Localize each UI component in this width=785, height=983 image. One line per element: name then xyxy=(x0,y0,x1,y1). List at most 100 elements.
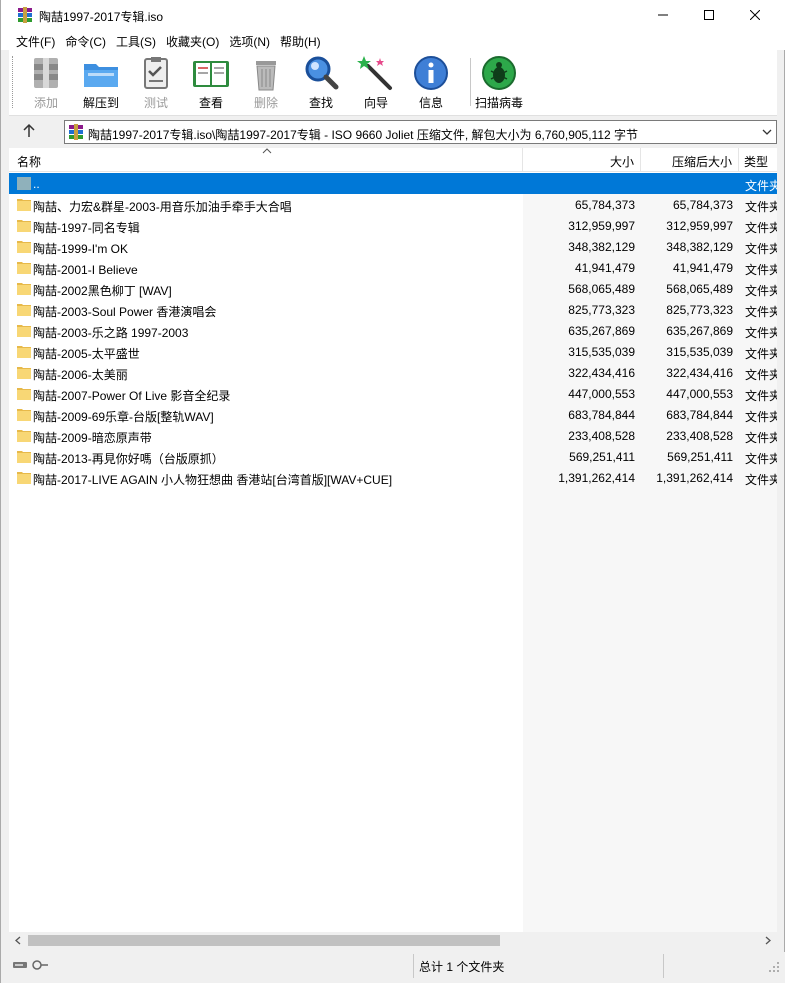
row-name: 陶喆-2017-LIVE AGAIN 小人物狂想曲 香港站[台湾首版][WAV+… xyxy=(33,473,393,487)
menu-options[interactable]: 选项(N) xyxy=(224,30,275,50)
wizard-label: 向导 xyxy=(363,96,388,110)
sort-ascending-icon xyxy=(262,148,272,154)
minimize-button[interactable] xyxy=(640,0,686,30)
row-packed-size: 233,408,528 xyxy=(666,429,733,443)
table-row[interactable]: 陶喆-2003-Soul Power 香港演唱会 825,773,323 825,7… xyxy=(9,299,777,320)
row-packed-size: 322,434,416 xyxy=(666,366,733,380)
table-row[interactable]: 陶喆-2007-Power Of Live 影音全纪录 447,000,553 44… xyxy=(9,383,777,404)
menu-file[interactable]: 文件(F) xyxy=(11,30,60,50)
add-label: 添加 xyxy=(33,96,58,110)
chevron-down-icon[interactable] xyxy=(760,125,774,139)
row-packed-size: 569,251,411 xyxy=(667,450,733,464)
status-bar: 总计 1 个文件夹 xyxy=(1,952,785,983)
row-type: 文件夹 xyxy=(745,347,777,361)
window-title: 陶喆1997-2017专辑.iso xyxy=(39,10,164,24)
scrollbar-thumb[interactable] xyxy=(28,935,500,946)
column-header-packed[interactable]: 压缩后大小 xyxy=(641,148,739,172)
trash-icon xyxy=(256,61,276,91)
scan-virus-button[interactable]: 扫描病毒 xyxy=(471,54,527,112)
menu-bar: 文件(F) 命令(C) 工具(S) 收藏夹(O) 选项(N) 帮助(H) xyxy=(1,30,785,50)
row-name: 陶喆-2006-太美丽 xyxy=(33,368,128,382)
row-name: .. xyxy=(33,177,40,191)
row-size: 825,773,323 xyxy=(568,303,635,317)
winrar-app-icon[interactable] xyxy=(17,7,33,23)
row-name: 陶喆-1999-I'm OK xyxy=(33,242,128,256)
folder-icon xyxy=(17,283,31,295)
horizontal-scrollbar[interactable] xyxy=(9,932,777,949)
menu-tools[interactable]: 工具(S) xyxy=(111,30,161,50)
column-header-type[interactable]: 类型 xyxy=(739,148,777,172)
row-packed-size: 41,941,479 xyxy=(672,261,733,275)
column-header-size[interactable]: 大小 xyxy=(523,148,641,172)
table-row[interactable]: 陶喆-2009-69乐章-台版[整轨WAV] 683,784,844 683,784… xyxy=(9,404,777,425)
menu-commands[interactable]: 命令(C) xyxy=(60,30,111,50)
add-archive-icon xyxy=(34,58,58,88)
parent-folder-row[interactable]: .. 文件夹 xyxy=(9,173,777,194)
column-name-label: 名称 xyxy=(17,155,42,169)
column-packed-label: 压缩后大小 xyxy=(671,155,732,169)
scroll-right-icon[interactable] xyxy=(763,935,773,946)
folder-icon xyxy=(17,388,31,400)
test-button[interactable]: 测试 xyxy=(130,54,182,112)
menu-favorites[interactable]: 收藏夹(O) xyxy=(161,30,224,50)
row-name: 陶喆-2002黑色柳丁 [WAV] xyxy=(33,284,172,298)
folder-icon xyxy=(17,367,31,379)
close-button[interactable] xyxy=(732,0,778,30)
table-row[interactable]: 陶喆-2001-I Believe 41,941,479 41,941,479 文件夹 xyxy=(9,257,777,278)
drive-key-icon[interactable] xyxy=(13,959,49,971)
folder-icon xyxy=(17,241,31,253)
row-size: 315,535,039 xyxy=(568,345,635,359)
extract-folder-icon xyxy=(84,64,118,87)
address-bar[interactable]: 陶喆1997-2017专辑.iso\陶喆1997-2017专辑 - ISO 96… xyxy=(64,120,777,144)
table-row[interactable]: 陶喆-2013-再見你好嗎（台版原抓） 569,251,411 569,251,41… xyxy=(9,446,777,467)
resize-grip-icon[interactable] xyxy=(768,961,780,973)
row-packed-size: 1,391,262,414 xyxy=(656,471,733,485)
row-type: 文件夹 xyxy=(745,305,777,319)
table-row[interactable]: 陶喆-2002黑色柳丁 [WAV] 568,065,489 568,065,489 文… xyxy=(9,278,777,299)
maximize-icon xyxy=(704,10,714,20)
view-button[interactable]: 查看 xyxy=(185,54,237,112)
status-divider-right xyxy=(663,954,664,978)
test-clipboard-icon xyxy=(144,57,168,89)
delete-button[interactable]: 删除 xyxy=(240,54,292,112)
info-icon xyxy=(414,56,448,90)
table-row[interactable]: 陶喆-1997-同名专辑 312,959,997 312,959,997 文件夹 xyxy=(9,215,777,236)
folder-icon xyxy=(17,472,31,484)
menu-help[interactable]: 帮助(H) xyxy=(275,30,326,50)
scan-virus-label: 扫描病毒 xyxy=(474,96,523,110)
table-row[interactable]: 陶喆-2003-乐之路 1997-2003 635,267,869 635,267,… xyxy=(9,320,777,341)
toolbar-grip[interactable] xyxy=(12,56,15,108)
magic-wand-icon xyxy=(357,56,392,90)
table-row[interactable]: 陶喆-2005-太平盛世 315,535,039 315,535,039 文件夹 xyxy=(9,341,777,362)
row-size: 322,434,416 xyxy=(568,366,635,380)
find-button[interactable]: 查找 xyxy=(295,54,347,112)
folder-icon xyxy=(17,304,31,316)
row-name: 陶喆-2003-乐之路 1997-2003 xyxy=(33,326,189,340)
up-arrow-icon[interactable] xyxy=(21,123,37,139)
maximize-button[interactable] xyxy=(686,0,732,30)
row-size: 41,941,479 xyxy=(574,261,635,275)
table-row[interactable]: 陶喆-2017-LIVE AGAIN 小人物狂想曲 香港站[台湾首版][WAV+… xyxy=(9,467,777,488)
row-packed-size: 568,065,489 xyxy=(666,282,733,296)
row-type: 文件夹 xyxy=(745,452,777,466)
row-type: 文件夹 xyxy=(745,284,777,298)
info-button[interactable]: 信息 xyxy=(405,54,457,112)
scroll-left-icon[interactable] xyxy=(13,935,23,946)
address-row: 陶喆1997-2017专辑.iso\陶喆1997-2017专辑 - ISO 96… xyxy=(9,117,777,147)
row-name: 陶喆-2013-再見你好嗎（台版原抓） xyxy=(33,452,224,466)
table-row[interactable]: 陶喆、力宏&群星-2003-用音乐加油手牵手大合唱 65,784,373 65,78… xyxy=(9,194,777,215)
row-name: 陶喆-2003-Soul Power 香港演唱会 xyxy=(33,305,217,319)
row-size: 635,267,869 xyxy=(568,324,635,338)
extract-to-button[interactable]: 解压到 xyxy=(75,54,127,112)
row-type: 文件夹 xyxy=(745,200,777,214)
wizard-button[interactable]: 向导 xyxy=(350,54,402,112)
row-name: 陶喆-1997-同名专辑 xyxy=(33,221,140,235)
row-type: 文件夹 xyxy=(745,242,777,256)
row-size: 568,065,489 xyxy=(568,282,635,296)
table-row[interactable]: 陶喆-1999-I'm OK 348,382,129 348,382,129 文件夹 xyxy=(9,236,777,257)
row-packed-size: 447,000,553 xyxy=(666,387,733,401)
add-button[interactable]: 添加 xyxy=(20,54,72,112)
parent-folder-icon xyxy=(17,177,31,190)
table-row[interactable]: 陶喆-2006-太美丽 322,434,416 322,434,416 文件夹 xyxy=(9,362,777,383)
table-row[interactable]: 陶喆-2009-暗恋原声带 233,408,528 233,408,528 文件夹 xyxy=(9,425,777,446)
